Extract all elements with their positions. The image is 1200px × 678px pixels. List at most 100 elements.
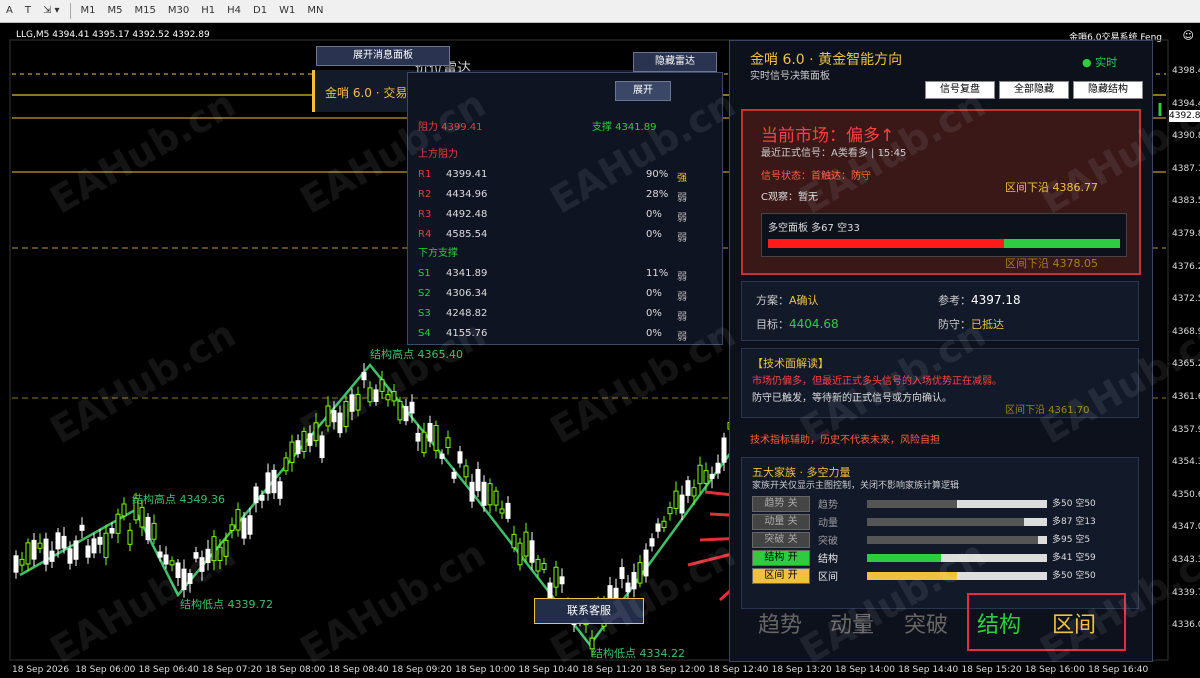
candle-body	[433, 425, 439, 451]
time-axis-label: 18 Sep 09:20	[391, 665, 452, 675]
candle-body	[679, 494, 685, 514]
family-ratio: 多41 空59	[1052, 553, 1096, 563]
family-name: 结构	[818, 554, 838, 565]
candle-body	[157, 551, 163, 558]
price-axis-label: 4398.40	[1172, 66, 1200, 76]
family-ratio: 多87 空13	[1052, 517, 1096, 527]
reference-label: 参考：	[938, 294, 971, 307]
plan-value: A确认	[789, 294, 819, 307]
tab-hide-all[interactable]: 全部隐藏	[999, 81, 1069, 99]
family-name: 趋势	[818, 500, 838, 511]
candle-body	[691, 487, 697, 497]
candle-body	[517, 542, 523, 566]
radar-row-value: 4585.54	[446, 229, 488, 240]
expand-message-button[interactable]: 展开消息面板	[316, 46, 450, 66]
price-axis-label: 4347.00	[1172, 522, 1200, 533]
lower-support-title: 下方支撑	[418, 248, 458, 259]
candle-body	[445, 437, 451, 449]
candle-body	[427, 423, 433, 442]
radar-row-value: 4434.96	[446, 189, 488, 200]
candle-body	[61, 535, 67, 549]
candle-body	[31, 539, 37, 560]
radar-row-percent: 28%	[646, 189, 669, 200]
candle-body	[295, 440, 301, 455]
candle-body	[421, 431, 427, 454]
target-label: 目标：	[756, 318, 789, 331]
radar-row-percent: 11%	[646, 268, 669, 279]
price-axis-label: 4354.30	[1172, 457, 1200, 468]
candle-body	[127, 529, 133, 545]
time-axis-label: 18 Sep 15:20	[961, 665, 1022, 675]
candle-body	[151, 522, 157, 540]
candle-body	[463, 465, 469, 478]
radar-row-key: R4	[418, 229, 432, 240]
candle-body	[451, 471, 457, 479]
price-axis-label: 4357.95	[1172, 424, 1200, 435]
candle-body	[469, 481, 475, 502]
tech-title: 【技术面解读】	[752, 357, 829, 370]
candle-body	[661, 520, 667, 529]
candle-body	[265, 472, 271, 494]
candle-body	[115, 513, 121, 534]
candle-body	[439, 453, 445, 459]
candle-body	[121, 503, 127, 517]
long-short-bar	[768, 239, 1120, 248]
candle-body	[43, 538, 49, 565]
candle-body	[535, 558, 541, 572]
candle-body	[457, 451, 463, 464]
family-toggle-button[interactable]: 区间 开	[752, 568, 810, 584]
time-axis-label: 18 Sep 07:20	[201, 665, 262, 675]
candle-body	[709, 473, 715, 479]
candle-body	[253, 486, 259, 504]
candle-body	[397, 400, 403, 421]
family-bar-bg	[867, 518, 1047, 526]
family-toggle-button[interactable]: 结构 开	[752, 550, 810, 566]
radar-row-key: R1	[418, 169, 432, 180]
candle-body	[511, 533, 517, 549]
family-toggle-button[interactable]: 趋势 关	[752, 496, 810, 512]
tab-hide-structure[interactable]: 隐藏结构	[1073, 81, 1143, 99]
candle-body	[289, 441, 295, 463]
radar-row-value: 4399.41	[446, 169, 488, 180]
candle-body	[229, 524, 235, 532]
family-toggle-button[interactable]: 突破 关	[752, 532, 810, 548]
candle-body	[505, 502, 511, 519]
family-ratio: 多95 空5	[1052, 535, 1091, 545]
candle-body	[715, 462, 721, 474]
candle-body	[37, 542, 43, 549]
price-axis-label: 4361.60	[1172, 392, 1200, 402]
family-toggle-button[interactable]: 动量 关	[752, 514, 810, 530]
candle-body	[703, 470, 709, 484]
family-ratio: 多50 空50	[1052, 571, 1096, 581]
expand-button[interactable]: 展开	[615, 81, 671, 101]
family-ratio: 多50 空50	[1052, 499, 1096, 509]
candle-body	[697, 464, 703, 485]
live-indicator: ● 实时	[1082, 56, 1118, 69]
price-axis-label: 4379.85	[1172, 229, 1200, 239]
radar-row-key: R2	[418, 189, 432, 200]
price-axis-label: 4383.50	[1172, 196, 1200, 207]
radar-row-percent: 0%	[646, 308, 662, 319]
radar-row-key: R3	[418, 209, 432, 220]
candle-body	[685, 480, 691, 496]
candle-body	[19, 558, 25, 566]
radar-row-key: S3	[418, 308, 431, 319]
price-axis-label: 4372.55	[1172, 294, 1200, 305]
panel-title: 金哨 6.0 · 黄金智能方向	[750, 52, 903, 68]
candle-body	[109, 528, 115, 534]
radar-row-value: 4341.89	[446, 268, 488, 279]
radar-row-strength: 弱	[677, 193, 687, 204]
radar-row-percent: 0%	[646, 288, 662, 299]
family-subtitle: 家族开关仅显示主图控制，关闭不影响家族计算逻辑	[752, 481, 960, 491]
structure-label: 结构低点 4339.72	[180, 597, 273, 611]
panel-subtitle: 实时信号决策面板	[750, 71, 830, 82]
radar-row-percent: 0%	[646, 328, 662, 339]
candle-body	[721, 437, 727, 463]
long-bar	[768, 239, 1004, 248]
time-axis-label: 18 Sep 11:20	[581, 665, 642, 675]
hide-radar-button[interactable]: 隐藏雷达	[633, 52, 717, 72]
family-name: 动量	[818, 518, 838, 529]
candle-body	[655, 523, 661, 532]
radar-row-strength: 强	[677, 173, 687, 184]
time-axis-label: 18 Sep 10:00	[455, 665, 516, 675]
